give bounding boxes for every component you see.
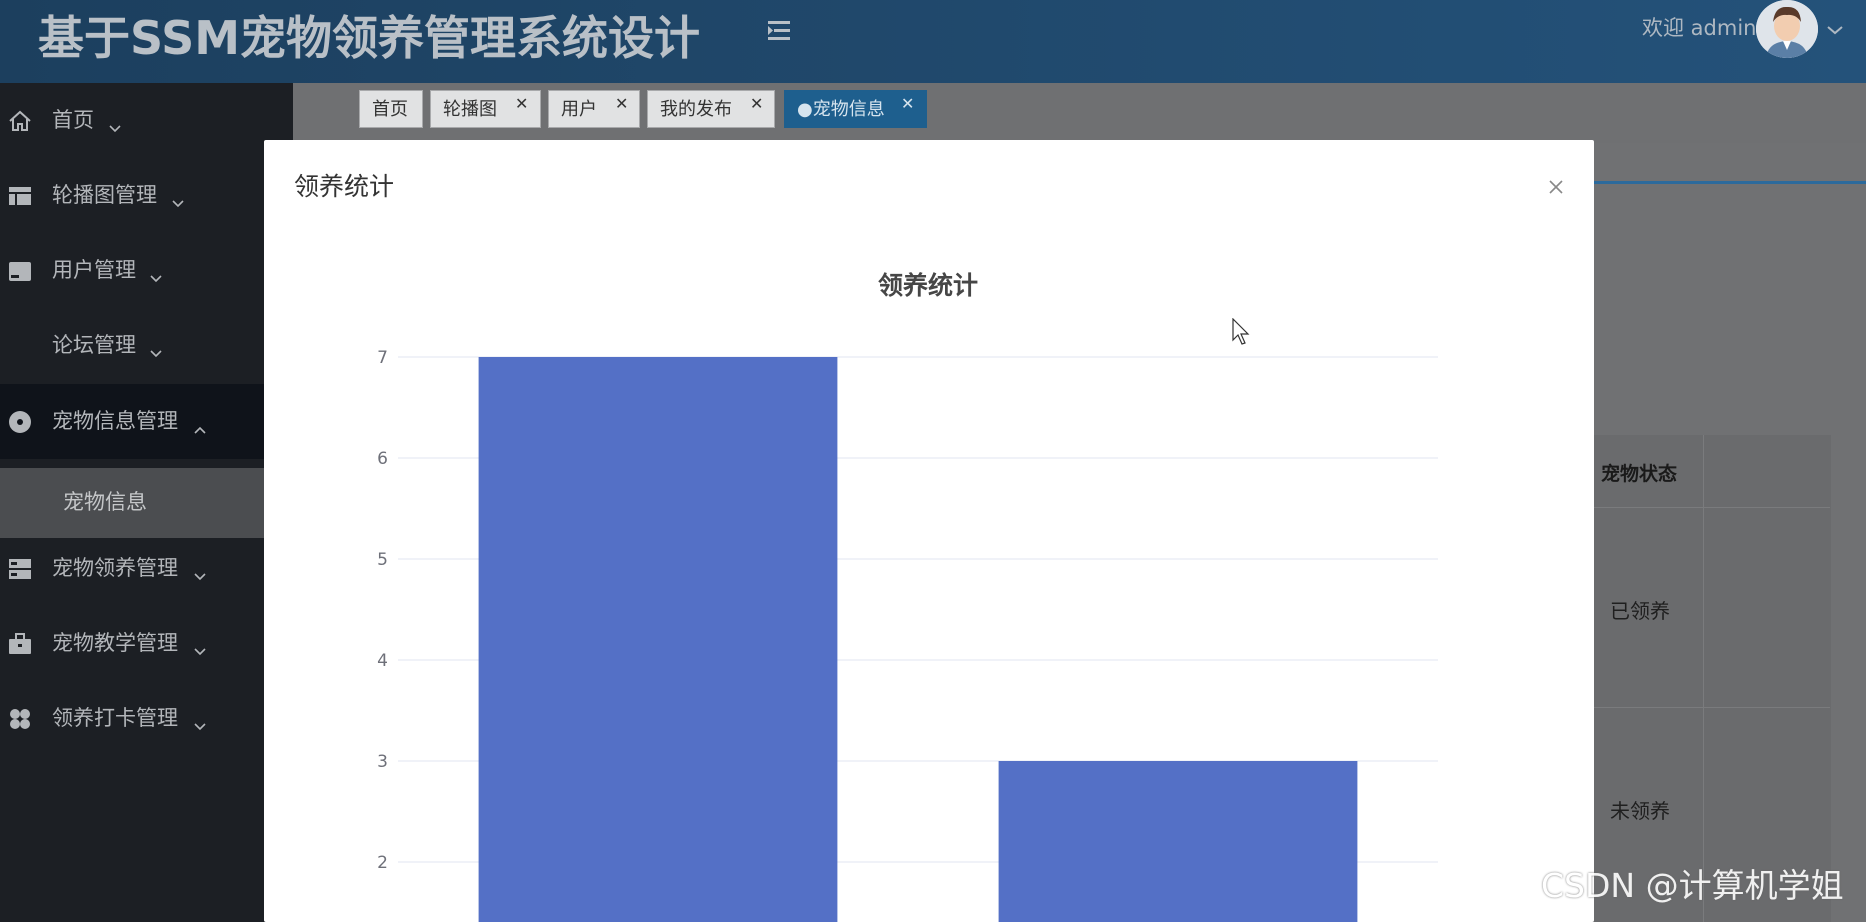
y-tick-label: 5 bbox=[377, 550, 388, 570]
sidebar-item-pet-info[interactable]: 宠物信息管理 bbox=[0, 384, 293, 459]
close-icon[interactable]: ✕ bbox=[515, 95, 528, 113]
y-axis: 2 3 4 5 6 7 bbox=[377, 348, 388, 873]
briefcase-icon bbox=[8, 632, 32, 656]
tab-label: ●宠物信息 bbox=[797, 99, 885, 120]
panel-accent-line bbox=[1593, 181, 1866, 184]
chevron-down-icon bbox=[149, 340, 163, 358]
tab-pet-info[interactable]: ●宠物信息 ✕ bbox=[784, 90, 927, 128]
chevron-down-icon[interactable] bbox=[1826, 22, 1844, 36]
menu-toggle-icon[interactable] bbox=[764, 16, 794, 46]
tab-label: 我的发布 bbox=[660, 99, 732, 120]
table-divider bbox=[1703, 435, 1704, 922]
chevron-down-icon bbox=[193, 638, 207, 656]
watermark-text: CSDN @计算机学姐 bbox=[1541, 866, 1844, 905]
app-title: 基于SSM宠物领养管理系统设计 bbox=[38, 11, 700, 65]
bar-chart: 领养统计 2 3 4 5 6 7 bbox=[377, 271, 1438, 922]
top-header: 基于SSM宠物领养管理系统设计 欢迎 admin bbox=[0, 0, 1866, 83]
sidebar-item-home[interactable]: 首页 bbox=[0, 83, 293, 158]
pet-table bbox=[1593, 435, 1831, 922]
close-icon[interactable]: ✕ bbox=[615, 95, 628, 113]
tab-users[interactable]: 用户 ✕ bbox=[548, 90, 640, 128]
drive-icon bbox=[8, 259, 32, 283]
tab-carousel[interactable]: 轮播图 ✕ bbox=[430, 90, 541, 128]
mouse-cursor-icon bbox=[1232, 317, 1252, 352]
sidebar-item-label: 宠物信息管理 bbox=[52, 409, 178, 433]
column-header-status: 宠物状态 bbox=[1601, 463, 1678, 485]
table-divider bbox=[1593, 707, 1830, 708]
sidebar-item-users[interactable]: 用户管理 bbox=[0, 233, 293, 308]
sidebar-item-checkin[interactable]: 领养打卡管理 bbox=[0, 681, 293, 756]
chart-bar[interactable] bbox=[478, 357, 838, 922]
chevron-up-icon bbox=[193, 416, 207, 434]
chart-title: 领养统计 bbox=[878, 271, 978, 300]
sidebar-subitem-pet-info[interactable]: 宠物信息 bbox=[0, 468, 293, 538]
close-icon[interactable]: ✕ bbox=[750, 95, 763, 113]
y-tick-label: 2 bbox=[377, 853, 388, 873]
close-icon[interactable]: ✕ bbox=[901, 95, 914, 113]
chart-bars bbox=[478, 357, 1358, 922]
chevron-down-icon bbox=[193, 563, 207, 581]
chevron-down-icon bbox=[193, 713, 207, 731]
sidebar-item-adoption[interactable]: 宠物领养管理 bbox=[0, 531, 293, 606]
chevron-down-icon bbox=[108, 115, 122, 133]
sidebar-item-label: 论坛管理 bbox=[52, 333, 136, 357]
chart-bar[interactable] bbox=[998, 761, 1358, 922]
welcome-text: 欢迎 admin bbox=[1642, 16, 1757, 40]
sidebar-item-label: 宠物领养管理 bbox=[52, 556, 178, 580]
sidebar-subitem-label: 宠物信息 bbox=[63, 490, 147, 514]
table-cell-status: 已领养 bbox=[1610, 599, 1670, 623]
user-avatar[interactable] bbox=[1756, 0, 1818, 58]
statistics-modal: 领养统计 领养统计 2 3 4 5 6 7 bbox=[264, 140, 1594, 922]
home-icon bbox=[8, 109, 32, 133]
tab-my-posts[interactable]: 我的发布 ✕ bbox=[647, 90, 775, 128]
tab-label: 轮播图 bbox=[443, 99, 497, 120]
clover-icon bbox=[8, 707, 32, 731]
y-tick-label: 3 bbox=[377, 752, 388, 772]
y-tick-label: 7 bbox=[377, 348, 388, 368]
sidebar-item-forum[interactable]: 论坛管理 bbox=[0, 308, 293, 383]
layout-icon bbox=[8, 184, 32, 208]
table-header: 宠物状态 bbox=[1593, 435, 1830, 508]
table-cell-status: 未领养 bbox=[1610, 799, 1670, 823]
tab-home[interactable]: 首页 bbox=[359, 90, 423, 128]
sidebar-item-label: 用户管理 bbox=[52, 258, 136, 282]
sidebar-item-label: 轮播图管理 bbox=[52, 183, 157, 207]
sidebar-item-carousel[interactable]: 轮播图管理 bbox=[0, 158, 293, 233]
chevron-down-icon bbox=[171, 190, 185, 208]
tab-label: 用户 bbox=[561, 99, 597, 120]
disc-icon bbox=[8, 410, 32, 434]
chevron-down-icon bbox=[149, 265, 163, 283]
sidebar-item-label: 领养打卡管理 bbox=[52, 706, 178, 730]
sidebar-item-teaching[interactable]: 宠物教学管理 bbox=[0, 606, 293, 681]
y-tick-label: 4 bbox=[377, 651, 388, 671]
server-icon bbox=[8, 557, 32, 581]
y-tick-label: 6 bbox=[377, 449, 388, 469]
sidebar-item-label: 宠物教学管理 bbox=[52, 631, 178, 655]
tab-label: 首页 bbox=[372, 99, 408, 120]
sidebar-item-label: 首页 bbox=[52, 108, 94, 132]
